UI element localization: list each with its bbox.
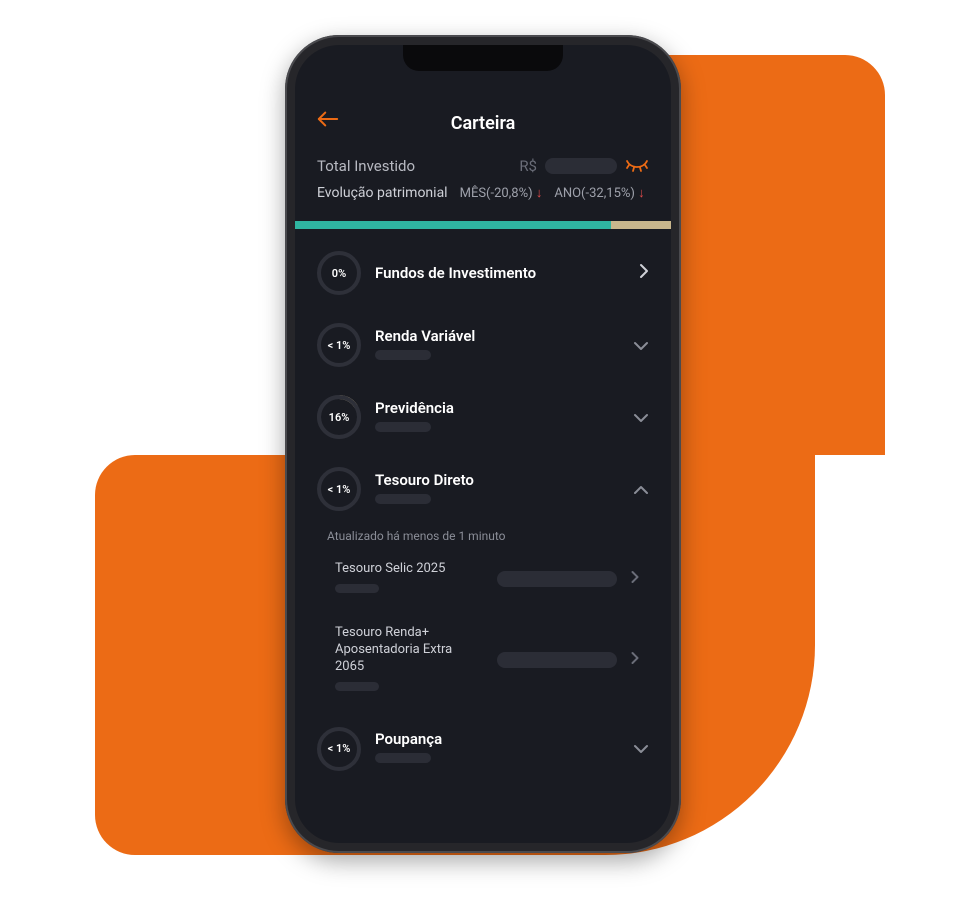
chevron-right-icon: [631, 650, 639, 669]
pct-ring: < 1%: [317, 467, 361, 511]
category-value-hidden: [375, 350, 431, 360]
arrow-down-icon: ↓: [536, 186, 543, 201]
eye-closed-icon[interactable]: [625, 158, 649, 174]
total-row: Total Investido R$: [317, 157, 649, 175]
subitem-pill-hidden: [497, 652, 617, 668]
category-fundos[interactable]: 0% Fundos de Investimento: [305, 237, 661, 309]
category-value-hidden: [375, 753, 431, 763]
subitem-value-hidden: [335, 584, 379, 593]
pct-ring: < 1%: [317, 727, 361, 771]
category-previdencia[interactable]: 16% Previdência: [305, 381, 661, 453]
category-body: Fundos de Investimento: [375, 264, 625, 282]
app-content: Carteira Total Investido R$: [295, 45, 671, 843]
total-value-group: R$: [519, 157, 649, 175]
category-title: Previdência: [375, 399, 619, 417]
category-body: Renda Variável: [375, 327, 619, 364]
chevron-down-icon: [633, 738, 649, 759]
category-poupanca[interactable]: < 1% Poupança: [305, 713, 661, 785]
phone-screen: Carteira Total Investido R$: [295, 45, 671, 843]
subitem-value-hidden: [335, 682, 379, 691]
subitem-tesouro-renda[interactable]: Tesouro Renda+ Aposentadoria Extra 2065: [305, 615, 661, 713]
summary-block: Total Investido R$: [295, 157, 671, 207]
category-title: Tesouro Direto: [375, 471, 619, 489]
subitem-title: Tesouro Selic 2025: [335, 561, 483, 578]
category-title: Renda Variável: [375, 327, 619, 345]
pct-label: < 1%: [328, 339, 351, 352]
allocation-segment-tan: [611, 221, 671, 229]
category-value-hidden: [375, 494, 431, 504]
pct-label: < 1%: [328, 742, 351, 755]
category-title: Poupança: [375, 730, 619, 748]
evolution-row: Evolução patrimonial MÊS(-20,8%) ↓ ANO(-…: [317, 185, 649, 201]
subitem-pill-hidden: [497, 571, 617, 587]
phone-notch: [403, 45, 563, 71]
year-stat: ANO(-32,15%) ↓: [554, 185, 644, 201]
chevron-right-icon: [639, 263, 649, 284]
month-stat: MÊS(-20,8%) ↓: [460, 185, 543, 201]
app-header: Carteira: [295, 105, 671, 141]
category-tesouro-direto[interactable]: < 1% Tesouro Direto: [305, 453, 661, 525]
pct-label: < 1%: [328, 483, 351, 496]
category-title: Fundos de Investimento: [375, 264, 625, 282]
pct-ring: 0%: [317, 251, 361, 295]
evolution-label: Evolução patrimonial: [317, 185, 448, 201]
allocation-segment-teal: [295, 221, 611, 229]
phone-frame: Carteira Total Investido R$: [285, 35, 681, 853]
category-value-hidden: [375, 422, 431, 432]
category-list: 0% Fundos de Investimento < 1% Renda Var…: [295, 233, 671, 785]
currency-prefix: R$: [519, 157, 537, 175]
chevron-up-icon: [633, 479, 649, 500]
pct-ring: < 1%: [317, 323, 361, 367]
category-body: Tesouro Direto: [375, 471, 619, 508]
pct-label: 16%: [329, 411, 350, 424]
subitem-left: Tesouro Selic 2025: [335, 561, 483, 597]
subitem-tesouro-selic[interactable]: Tesouro Selic 2025: [305, 551, 661, 615]
total-invested-label: Total Investido: [317, 157, 415, 175]
chevron-down-icon: [633, 407, 649, 428]
category-body: Previdência: [375, 399, 619, 436]
category-renda-variavel[interactable]: < 1% Renda Variável: [305, 309, 661, 381]
pct-ring: 16%: [317, 395, 361, 439]
allocation-bar: [295, 221, 671, 229]
chevron-right-icon: [631, 569, 639, 588]
pct-label: 0%: [332, 267, 346, 280]
page-title: Carteira: [451, 113, 516, 134]
arrow-down-icon: ↓: [638, 186, 645, 201]
back-arrow-icon[interactable]: [317, 109, 339, 134]
total-value-hidden: [545, 158, 617, 174]
chevron-down-icon: [633, 335, 649, 356]
update-note: Atualizado há menos de 1 minuto: [305, 525, 661, 551]
subitem-title: Tesouro Renda+ Aposentadoria Extra 2065: [335, 625, 465, 676]
subitem-left: Tesouro Renda+ Aposentadoria Extra 2065: [335, 625, 483, 695]
category-body: Poupança: [375, 730, 619, 767]
